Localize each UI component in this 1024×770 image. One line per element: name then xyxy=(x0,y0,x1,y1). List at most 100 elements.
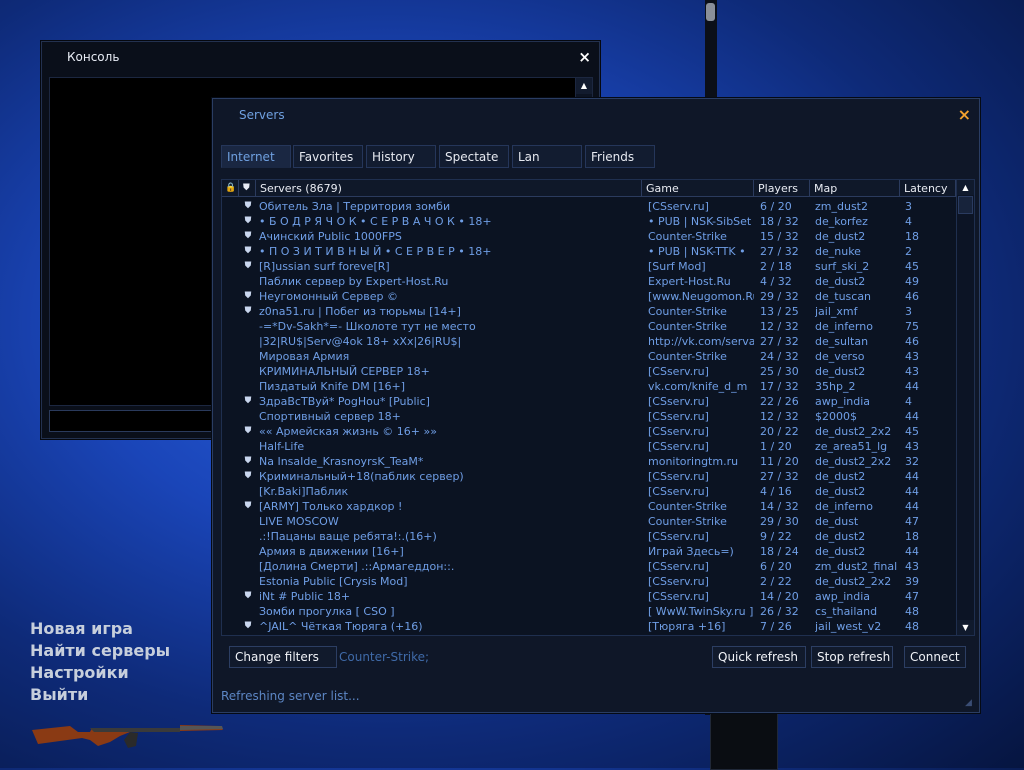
scroll-up-arrow-icon[interactable]: ▲ xyxy=(576,78,592,94)
server-row[interactable]: Мировая Армия Counter-Strike 24 / 32 de_ver… xyxy=(222,349,956,364)
server-row[interactable]: .:!Пацаны ваще ребята!:.(16+) [CSserv.ru]… xyxy=(222,529,956,544)
menu-find-servers[interactable]: Найти серверы xyxy=(30,640,170,662)
column-vac-icon[interactable]: ⛊ xyxy=(239,180,256,197)
column-map[interactable]: Map xyxy=(810,180,900,197)
column-servers[interactable]: Servers (8679) xyxy=(256,180,642,197)
vac-shield-icon: ⛊ xyxy=(244,216,252,226)
server-map: $2000$ xyxy=(815,410,857,423)
server-row[interactable]: ⛊ «« Армейская жизнь © 16+ »» [CSserv.ru] 2… xyxy=(222,424,956,439)
vac-shield-icon xyxy=(240,604,256,619)
server-row[interactable]: Армия в движении [16+] Играй Здесь=) 18 / … xyxy=(222,544,956,559)
server-row[interactable]: КРИМИНАЛЬНЫЙ СЕРВЕР 18+ [CSserv.ru] 25 / 3… xyxy=(222,364,956,379)
server-row[interactable]: ⛊ ЗдраВсТВуй* PogHou* [Public] [CSserv.ru]… xyxy=(222,394,956,409)
server-latency: 43 xyxy=(905,440,919,453)
server-name: • Б О Д Р Я Ч О К • С Е Р В А Ч О К • 18… xyxy=(259,215,492,228)
server-name: Паблик сервер by Expert-Host.Ru xyxy=(259,275,449,288)
vac-shield-icon xyxy=(240,349,256,364)
server-row[interactable]: [Долина Смерти] .::Армагеддон::. [CSserv.… xyxy=(222,559,956,574)
server-name: ^JAIL^ Чёткая Тюряга (+16) xyxy=(259,620,423,633)
server-latency: 44 xyxy=(905,380,919,393)
servers-window: Servers × Internet Favorites History Spe… xyxy=(212,98,980,713)
console-close-icon[interactable]: × xyxy=(578,48,591,66)
server-row[interactable]: Паблик сервер by Expert-Host.Ru Expert-Ho… xyxy=(222,274,956,289)
server-game: • PUB | NSK-TTK • xyxy=(648,245,746,258)
server-map: de_dust2_2x2 xyxy=(815,455,892,468)
server-row[interactable]: Зомби прогулка [ CSO ] [ WwW.TwinSky.ru ]… xyxy=(222,604,956,619)
server-row[interactable]: Half-Life [CSserv.ru] 1 / 20 ze_area51_lg 43 xyxy=(222,439,956,454)
server-row[interactable]: ⛊ • П О З И Т И В Н Ы Й • С Е Р В Е Р • 1… xyxy=(222,244,956,259)
menu-new-game[interactable]: Новая игра xyxy=(30,618,170,640)
vac-shield-icon xyxy=(240,409,256,424)
quick-refresh-button[interactable]: Quick refresh xyxy=(712,646,806,668)
server-row[interactable]: Estonia Public [Crysis Mod] [CSserv.ru] 2 … xyxy=(222,574,956,589)
server-row[interactable]: ⛊ iNt # Public 18+ [CSserv.ru] 14 / 20 awp_i… xyxy=(222,589,956,604)
server-latency: 39 xyxy=(905,575,919,588)
filter-summary: Counter-Strike; xyxy=(339,650,430,664)
server-players: 6 / 20 xyxy=(760,200,792,213)
server-latency: 47 xyxy=(905,590,919,603)
vac-shield-icon: ⛊ xyxy=(244,396,252,406)
connect-button[interactable]: Connect xyxy=(904,646,966,668)
server-game: [CSserv.ru] xyxy=(648,425,709,438)
column-latency[interactable]: Latency xyxy=(900,180,956,197)
vac-shield-icon: ⛊ xyxy=(244,201,252,211)
server-row[interactable]: Спортивный сервер 18+ [CSserv.ru] 12 / 32 $… xyxy=(222,409,956,424)
stop-refresh-button[interactable]: Stop refresh xyxy=(811,646,893,668)
column-players[interactable]: Players xyxy=(754,180,810,197)
server-row[interactable]: Пиздатый Knife DM [16+] vk.com/knife_d_m 1… xyxy=(222,379,956,394)
server-name: z0na51.ru | Побег из тюрьмы [14+] xyxy=(259,305,461,318)
tab-favorites[interactable]: Favorites xyxy=(293,145,363,168)
tab-spectate[interactable]: Spectate xyxy=(439,145,509,168)
servers-close-icon[interactable]: × xyxy=(958,105,971,124)
server-players: 27 / 32 xyxy=(760,245,799,258)
server-players: 2 / 18 xyxy=(760,260,792,273)
server-row[interactable]: ⛊ Na InsaIde_KrasnoyrsK_TeaM* monitoringtm… xyxy=(222,454,956,469)
server-row[interactable]: |32|RU$|Serv@4ok 18+ xXx|26|RU$| http://v… xyxy=(222,334,956,349)
server-row[interactable]: ⛊ • Б О Д Р Я Ч О К • С Е Р В А Ч О К • 1… xyxy=(222,214,956,229)
column-game[interactable]: Game xyxy=(642,180,754,197)
menu-settings[interactable]: Настройки xyxy=(30,662,170,684)
vac-shield-icon: ⛊ xyxy=(244,246,252,256)
server-game: [CSserv.ru] xyxy=(648,560,709,573)
server-list-scrollbar[interactable]: ▲ ▼ xyxy=(956,180,974,635)
server-row[interactable]: ⛊ Обитель Зла | Территория зомби [CSserv.r… xyxy=(222,199,956,214)
server-players: 13 / 25 xyxy=(760,305,799,318)
column-lock-icon[interactable]: 🔒 xyxy=(222,180,239,197)
server-row[interactable]: ⛊ [ARMY] Только хардкор ! Counter-Strike 14… xyxy=(222,499,956,514)
menu-quit[interactable]: Выйти xyxy=(30,684,170,706)
server-game: Counter-Strike xyxy=(648,515,727,528)
server-game: Counter-Strike xyxy=(648,320,727,333)
resize-grip-icon[interactable]: ◢ xyxy=(965,698,975,708)
tab-history[interactable]: History xyxy=(366,145,436,168)
server-row[interactable]: ⛊ ^JAIL^ Чёткая Тюряга (+16) [Тюряга +16] 7… xyxy=(222,619,956,634)
tab-friends[interactable]: Friends xyxy=(585,145,655,168)
server-game: • PUB | NSK-SibSet • xyxy=(648,215,754,228)
vac-shield-icon xyxy=(240,319,256,334)
vac-shield-icon xyxy=(240,484,256,499)
server-name: Na InsaIde_KrasnoyrsK_TeaM* xyxy=(259,455,424,468)
server-game: http://vk.com/serva... xyxy=(648,335,754,348)
server-row[interactable]: ⛊ [R]ussian surf foreve[R] [Surf Mod] 2 / 1… xyxy=(222,259,956,274)
scroll-up-arrow-icon[interactable]: ▲ xyxy=(957,180,974,195)
server-latency: 48 xyxy=(905,605,919,618)
server-players: 27 / 32 xyxy=(760,335,799,348)
server-latency: 46 xyxy=(905,335,919,348)
server-row[interactable]: ⛊ z0na51.ru | Побег из тюрьмы [14+] Counte… xyxy=(222,304,956,319)
tab-lan[interactable]: Lan xyxy=(512,145,582,168)
server-latency: 48 xyxy=(905,620,919,633)
server-row[interactable]: ⛊ Криминальный+18(паблик сервер) [CSserv.r… xyxy=(222,469,956,484)
server-row[interactable]: -=*Dv-Sakh*=- Школоте тут не место Counte… xyxy=(222,319,956,334)
server-name: • П О З И Т И В Н Ы Й • С Е Р В Е Р • 18… xyxy=(259,245,492,258)
server-row[interactable]: LIVE MOSCOW Counter-Strike 29 / 30 de_dust 4… xyxy=(222,514,956,529)
server-name: Армия в движении [16+] xyxy=(259,545,404,558)
server-players: 12 / 32 xyxy=(760,320,799,333)
server-latency: 44 xyxy=(905,410,919,423)
server-players: 29 / 32 xyxy=(760,290,799,303)
scroll-down-arrow-icon[interactable]: ▼ xyxy=(957,620,974,635)
change-filters-button[interactable]: Change filters xyxy=(229,646,337,668)
tab-internet[interactable]: Internet xyxy=(221,145,291,168)
server-row[interactable]: ⛊ Ачинский Public 1000FPS Counter-Strike 15… xyxy=(222,229,956,244)
scrollbar-thumb[interactable] xyxy=(958,196,973,214)
server-row[interactable]: ⛊ Неугомонный Сервер © [www.Neugomon.Ru] 29… xyxy=(222,289,956,304)
server-row[interactable]: [Kr.Baki]Паблик [CSserv.ru] 4 / 16 de_dust2… xyxy=(222,484,956,499)
